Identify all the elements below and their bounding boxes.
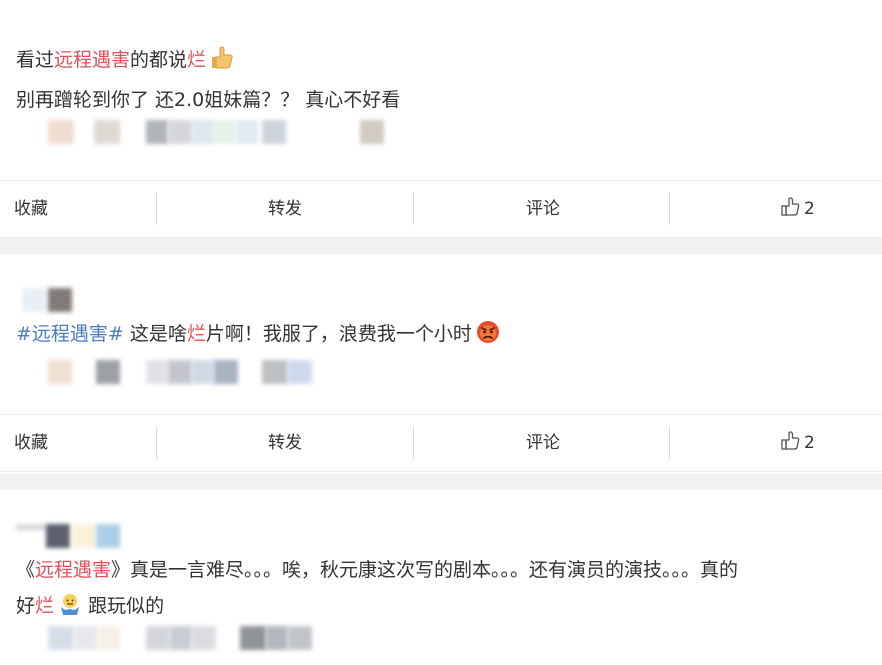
thumbs-up-emoji [212, 46, 233, 69]
like-count: 2 [804, 433, 815, 453]
keyword-link[interactable]: 远程遇害 [54, 49, 130, 71]
comment-text-line-1: #远程遇害# 这是啥烂片啊！我服了，浪费我一个小时 [16, 318, 500, 350]
comment-text-line-1: 《远程遇害》真是一言难尽。。。唉，秋元康这次写的剧本。。。还有演员的演技。。。真… [16, 554, 738, 586]
keyword-highlight: 烂 [187, 49, 207, 71]
divider [156, 193, 157, 225]
repost-button[interactable]: 转发 [268, 181, 302, 237]
comment-text-line-2: 好烂 跟玩似的 [16, 590, 164, 622]
post-separator [0, 474, 882, 490]
keyword-highlight: 烂 [186, 323, 206, 345]
post-separator [0, 238, 882, 254]
comment-text-line-1: 看过远程遇害的都说烂 [16, 44, 234, 76]
text: 这是啥 [123, 323, 187, 345]
divider [156, 427, 157, 459]
favorite-button[interactable]: 收藏 [14, 181, 48, 237]
text: 跟玩似的 [82, 595, 165, 617]
hashtag-link[interactable]: #远程遇害# [16, 323, 124, 345]
blurred-images [0, 360, 882, 388]
action-bar: 收藏 转发 评论 2 [0, 414, 882, 472]
divider [413, 193, 414, 225]
angry-face-emoji [476, 321, 499, 343]
blurred-username [0, 524, 882, 552]
thumbs-up-icon [781, 431, 800, 450]
keyword-link[interactable]: 远程遇害 [35, 559, 111, 581]
comment-button[interactable]: 评论 [526, 415, 560, 471]
text: 》真是一言难尽。。。唉，秋元康这次写的剧本。。。还有演员的演技。。。真的 [111, 559, 739, 581]
thumbs-up-icon [781, 197, 800, 216]
divider [669, 193, 670, 225]
comment-feed: 看过远程遇害的都说烂 别再蹭轮到你了 还2.0姐妹篇？？ 真心不好看 收藏 转发… [0, 0, 882, 665]
text: 看过 [16, 49, 55, 71]
comment-button[interactable]: 评论 [526, 181, 560, 237]
like-button[interactable]: 2 [780, 181, 815, 237]
divider [669, 427, 670, 459]
text: 的都说 [130, 49, 188, 71]
blurred-images [0, 120, 882, 148]
like-button[interactable]: 2 [780, 415, 815, 471]
hashtag-text: #远程遇害# [16, 323, 124, 345]
text: 《 [16, 559, 36, 581]
favorite-button[interactable]: 收藏 [14, 415, 48, 471]
divider [413, 427, 414, 459]
repost-button[interactable]: 转发 [268, 415, 302, 471]
comment-text-line-2: 别再蹭轮到你了 还2.0姐妹篇？？ 真心不好看 [16, 89, 401, 111]
shrug-emoji [61, 594, 80, 615]
blurred-images [0, 626, 882, 654]
like-count: 2 [804, 199, 815, 219]
blurred-username [0, 288, 882, 316]
action-bar: 收藏 转发 评论 2 [0, 180, 882, 238]
keyword-highlight: 烂 [35, 595, 55, 617]
text: 好 [16, 595, 36, 617]
text: 片啊！我服了，浪费我一个小时 [205, 323, 472, 345]
